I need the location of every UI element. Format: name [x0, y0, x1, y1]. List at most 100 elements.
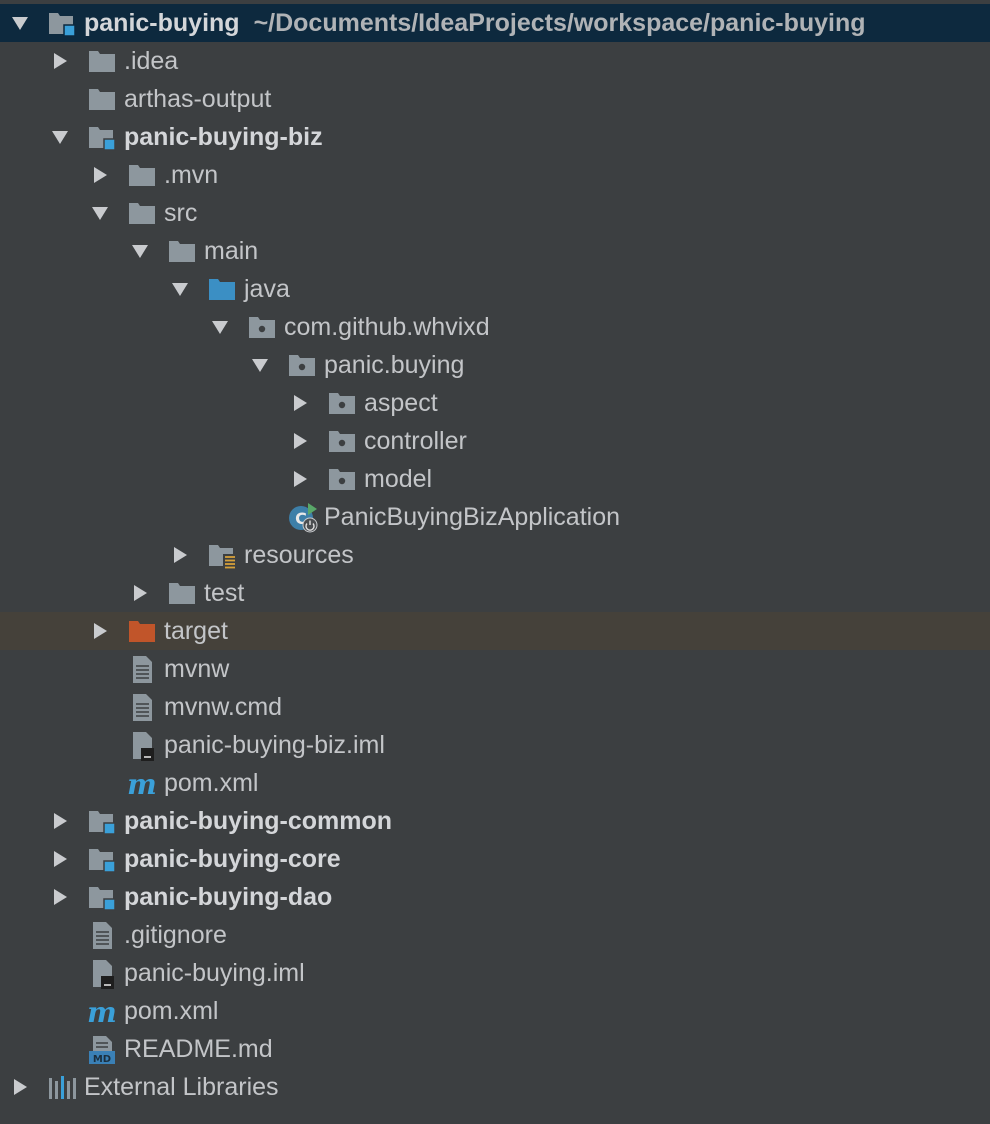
tree-item-label: panic-buying-core — [124, 845, 341, 873]
iml-file-icon — [86, 957, 118, 989]
maven-icon: m — [126, 767, 158, 799]
module-folder-icon — [86, 881, 118, 913]
source-folder-icon — [206, 273, 238, 305]
spring-boot-class-icon: C — [286, 501, 318, 533]
tree-item-label: main — [204, 237, 259, 265]
package-icon — [326, 463, 358, 495]
collapse-arrow-icon[interactable] — [169, 544, 191, 566]
tree-item-label: src — [164, 199, 198, 227]
tree-row[interactable]: panic-buying-core — [0, 840, 990, 878]
expand-arrow-icon[interactable] — [89, 202, 111, 224]
resources-folder-icon — [206, 539, 238, 571]
project-tree: panic-buying ~/Documents/IdeaProjects/wo… — [0, 0, 990, 1124]
folder-icon — [126, 197, 158, 229]
svg-text:m: m — [127, 768, 157, 799]
folder-icon — [86, 45, 118, 77]
collapse-arrow-icon[interactable] — [49, 886, 71, 908]
tree-row[interactable]: MD README.md — [0, 1030, 990, 1068]
collapse-arrow-icon[interactable] — [89, 620, 111, 642]
tree-item-label: panic-buying-dao — [124, 883, 333, 911]
tree-row[interactable]: main — [0, 232, 990, 270]
collapse-arrow-icon[interactable] — [49, 50, 71, 72]
folder-icon — [126, 159, 158, 191]
expand-arrow-icon[interactable] — [9, 12, 31, 34]
expand-arrow-icon[interactable] — [209, 316, 231, 338]
text-file-icon — [86, 919, 118, 951]
tree-item-label: java — [244, 275, 290, 303]
expand-arrow-icon[interactable] — [129, 240, 151, 262]
tree-row[interactable]: resources — [0, 536, 990, 574]
tree-item-label: .idea — [124, 47, 179, 75]
tree-item-label: panic.buying — [324, 351, 465, 379]
expand-arrow-icon[interactable] — [169, 278, 191, 300]
tree-item-label: pom.xml — [164, 769, 259, 797]
package-icon — [246, 311, 278, 343]
tree-row[interactable]: panic-buying-biz.iml — [0, 726, 990, 764]
tree-row[interactable]: model — [0, 460, 990, 498]
tree-row-root[interactable]: panic-buying ~/Documents/IdeaProjects/wo… — [0, 4, 990, 42]
collapse-arrow-icon[interactable] — [9, 1076, 31, 1098]
libraries-icon — [46, 1071, 78, 1103]
collapse-arrow-icon[interactable] — [289, 392, 311, 414]
collapse-arrow-icon[interactable] — [129, 582, 151, 604]
tree-row[interactable]: panic-buying-dao — [0, 878, 990, 916]
iml-file-icon — [126, 729, 158, 761]
tree-item-label: test — [204, 579, 245, 607]
tree-row[interactable]: m pom.xml — [0, 764, 990, 802]
tree-row[interactable]: panic-buying-common — [0, 802, 990, 840]
module-folder-icon — [86, 121, 118, 153]
expand-arrow-icon[interactable] — [249, 354, 271, 376]
tree-item-label: controller — [364, 427, 467, 455]
markdown-file-icon: MD — [86, 1033, 118, 1065]
expand-arrow-icon[interactable] — [49, 126, 71, 148]
tree-item-label: target — [164, 617, 228, 645]
tree-item-label: README.md — [124, 1035, 273, 1063]
tree-row[interactable]: java — [0, 270, 990, 308]
collapse-arrow-icon[interactable] — [289, 468, 311, 490]
root-label: panic-buying ~/Documents/IdeaProjects/wo… — [84, 4, 866, 42]
tree-item-label: com.github.whvixd — [284, 313, 490, 341]
collapse-arrow-icon[interactable] — [49, 848, 71, 870]
collapse-arrow-icon[interactable] — [89, 164, 111, 186]
tree-row[interactable]: panic.buying — [0, 346, 990, 384]
collapse-arrow-icon[interactable] — [49, 810, 71, 832]
tree-item-label: External Libraries — [84, 1073, 279, 1101]
tree-item-label: resources — [244, 541, 354, 569]
tree-row[interactable]: .gitignore — [0, 916, 990, 954]
svg-text:MD: MD — [93, 1054, 111, 1065]
tree-row[interactable]: arthas-output — [0, 80, 990, 118]
tree-row[interactable]: mvnw — [0, 650, 990, 688]
tree-row[interactable]: controller — [0, 422, 990, 460]
tree-row[interactable]: m pom.xml — [0, 992, 990, 1030]
tree-row[interactable]: target — [0, 612, 990, 650]
tree-item-label: panic-buying-biz.iml — [164, 731, 385, 759]
tree-item-label: panic-buying-biz — [124, 123, 323, 151]
tree-item-label: mvnw — [164, 655, 230, 683]
tree-row[interactable]: panic-buying.iml — [0, 954, 990, 992]
collapse-arrow-icon[interactable] — [289, 430, 311, 452]
tree-item-label: pom.xml — [124, 997, 219, 1025]
text-file-icon — [126, 653, 158, 685]
folder-icon — [166, 235, 198, 267]
maven-icon: m — [86, 995, 118, 1027]
tree-item-label: PanicBuyingBizApplication — [324, 503, 621, 531]
tree-row[interactable]: .mvn — [0, 156, 990, 194]
tree-row[interactable]: External Libraries — [0, 1068, 990, 1106]
tree-row[interactable]: com.github.whvixd — [0, 308, 990, 346]
project-name: panic-buying — [84, 9, 240, 37]
tree-item-label: .gitignore — [124, 921, 227, 949]
tree-row[interactable]: panic-buying-biz — [0, 118, 990, 156]
tree-row[interactable]: C PanicBuyingBizApplication — [0, 498, 990, 536]
tree-item-label: panic-buying.iml — [124, 959, 305, 987]
tree-row[interactable]: test — [0, 574, 990, 612]
tree-item-label: panic-buying-common — [124, 807, 393, 835]
tree-row[interactable]: src — [0, 194, 990, 232]
tree-row[interactable]: .idea — [0, 42, 990, 80]
package-icon — [326, 387, 358, 419]
folder-icon — [166, 577, 198, 609]
package-icon — [286, 349, 318, 381]
tree-item-label: model — [364, 465, 433, 493]
tree-row[interactable]: aspect — [0, 384, 990, 422]
folder-icon — [86, 83, 118, 115]
tree-row[interactable]: mvnw.cmd — [0, 688, 990, 726]
